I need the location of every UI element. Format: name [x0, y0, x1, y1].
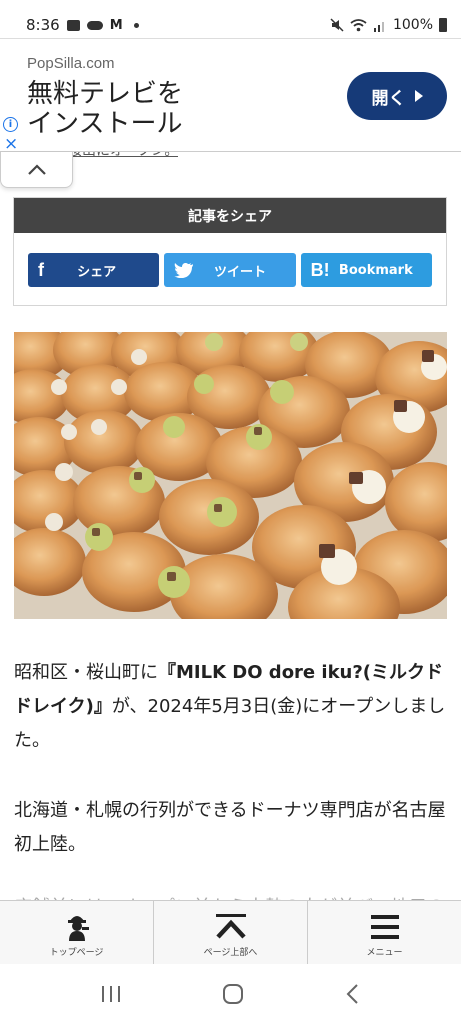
mute-icon	[330, 18, 344, 32]
ad-close-icon[interactable]: ×	[4, 136, 18, 153]
play-arrow-icon	[414, 90, 423, 102]
nav-top-page-label: トップページ	[49, 948, 104, 958]
ad-open-label: 開く	[371, 88, 406, 109]
facebook-share-button[interactable]: f シェア	[28, 253, 160, 287]
hatena-bookmark-label: Bookmark	[338, 262, 413, 278]
signal-icon	[373, 21, 384, 32]
hatena-icon: B!	[310, 259, 330, 280]
chevron-up-icon	[27, 163, 46, 175]
article-paragraph-2: 北海道・札幌の行列ができるドーナツ専門店が名古屋初上陸。	[14, 800, 446, 855]
system-nav-bar	[0, 964, 461, 1024]
notification-dot-icon	[133, 22, 139, 28]
share-box: 記事をシェア f シェア ツイート B! Bookmark	[13, 197, 447, 306]
battery-icon	[439, 18, 447, 32]
share-title: 記事をシェア	[14, 198, 446, 233]
nav-page-top[interactable]: ページ上部へ	[154, 901, 308, 964]
detective-icon	[67, 916, 89, 941]
status-time: 8:36	[26, 16, 60, 34]
hatena-bookmark-button[interactable]: B! Bookmark	[300, 253, 432, 287]
twitter-share-label: ツイート	[213, 264, 266, 280]
home-icon[interactable]	[222, 983, 244, 1005]
facebook-share-label: シェア	[77, 264, 117, 280]
ad-headline-line2: インストール	[27, 109, 183, 139]
ad-headline-line1: 無料テレビを	[27, 79, 184, 109]
nav-menu[interactable]: メニュー	[308, 901, 461, 964]
back-icon[interactable]	[345, 983, 361, 1005]
chevron-up-bar-icon	[215, 914, 246, 939]
gmail-icon: M	[109, 17, 123, 33]
recent-apps-icon[interactable]	[100, 984, 122, 1004]
ad-open-button[interactable]: 開く	[347, 72, 447, 120]
ad-headline: 無料テレビを インストール	[27, 79, 337, 139]
nav-top-page[interactable]: トップページ	[0, 901, 154, 964]
ad-domain: PopSilla.com	[27, 55, 115, 72]
hamburger-menu-icon	[370, 915, 399, 939]
gallery-icon	[66, 19, 80, 31]
wifi-icon	[350, 18, 367, 31]
donut-photo	[14, 332, 447, 619]
article-paragraph-1: 昭和区・桜山町に『MILK DO dore iku?(ミルクドドレイク)』が、2…	[14, 656, 447, 758]
donut-illustration	[14, 332, 447, 619]
twitter-bird-icon	[174, 263, 194, 278]
nav-page-top-label: ページ上部へ	[203, 948, 258, 958]
twitter-share-button[interactable]: ツイート	[164, 253, 296, 287]
ad-banner[interactable]: PopSilla.com 無料テレビを インストール 開く i ×	[0, 38, 461, 153]
bottom-nav: トップページ ページ上部へ メニュー	[0, 900, 461, 964]
nav-menu-label: メニュー	[366, 948, 403, 958]
cloud-icon	[86, 20, 103, 30]
ad-info-icon[interactable]: i	[3, 117, 18, 132]
battery-level: 100%	[392, 17, 433, 33]
article-p1-part-a: 昭和区・桜山町に	[14, 662, 158, 683]
ad-collapse-button[interactable]	[0, 152, 73, 188]
